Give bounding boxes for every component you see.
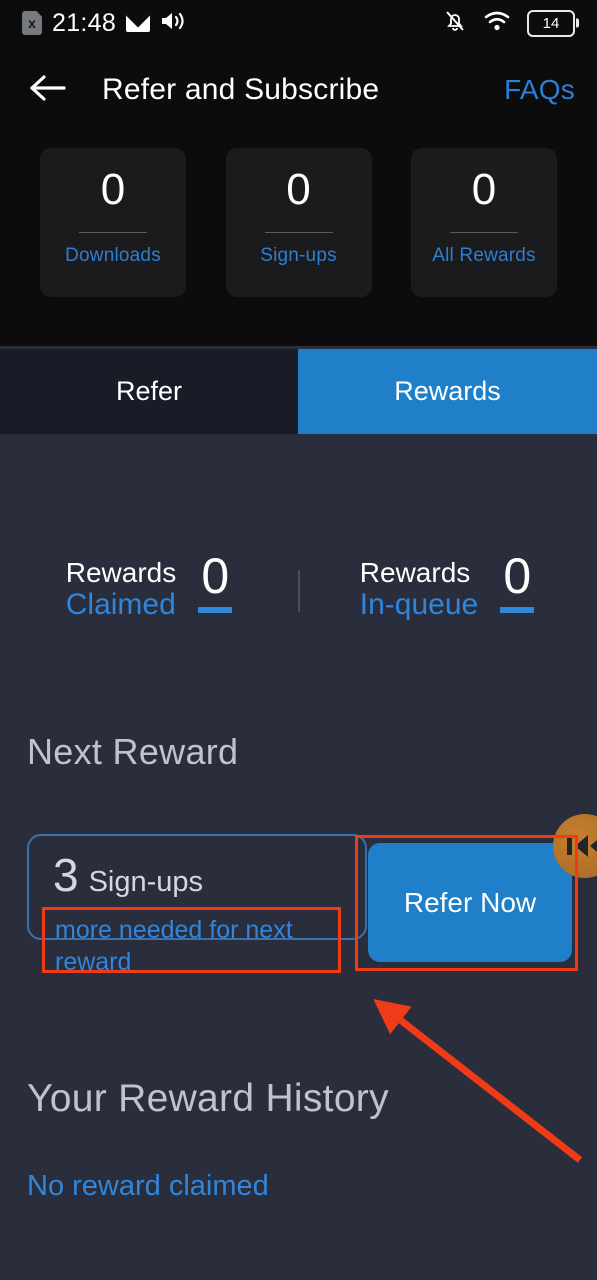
stat-label: Downloads	[65, 245, 161, 266]
speaker-volume-icon	[160, 10, 186, 37]
wifi-icon	[483, 10, 511, 37]
next-reward-unit: Sign-ups	[88, 866, 204, 898]
next-reward-count: 3	[53, 849, 79, 901]
next-reward-card: 3 Sign-ups more needed for next reward	[27, 834, 367, 976]
rewards-inqueue-subtitle: In-queue	[359, 588, 479, 622]
back-arrow-icon	[28, 72, 68, 109]
rewards-inqueue-block: Rewards In-queue 0	[298, 545, 596, 622]
app-bar: Refer and Subscribe FAQs	[0, 46, 597, 134]
rewards-inqueue-value: 0	[503, 548, 532, 604]
next-reward-heading: Next Reward	[27, 731, 239, 772]
stat-value: 0	[471, 165, 497, 214]
rewards-summary-divider	[298, 570, 300, 612]
rewards-inqueue-value-wrap: 0	[500, 548, 535, 613]
faqs-link[interactable]: FAQs	[504, 74, 575, 106]
reward-history-empty-text: No reward claimed	[27, 1170, 269, 1202]
status-bar: 21:48	[0, 0, 597, 46]
rewards-inqueue-underline	[500, 607, 535, 613]
stat-card-downloads[interactable]: 0 Downloads	[40, 148, 186, 297]
battery-icon: 14	[527, 9, 575, 37]
stat-label: Sign-ups	[260, 245, 337, 266]
next-reward-progress: 3 Sign-ups	[53, 852, 203, 899]
reward-history-heading: Your Reward History	[27, 1077, 389, 1120]
status-bar-left: 21:48	[22, 9, 186, 38]
bell-off-icon	[443, 9, 467, 38]
stats-row: 0 Downloads 0 Sign-ups 0 All Rewards	[0, 134, 597, 346]
status-bar-clock: 21:48	[52, 8, 117, 37]
rewards-claimed-subtitle: Claimed	[65, 588, 176, 622]
status-bar-right: 14	[443, 9, 575, 38]
rewards-claimed-labels: Rewards Claimed	[66, 557, 176, 622]
tab-refer[interactable]: Refer	[0, 349, 298, 434]
stat-divider	[264, 232, 333, 233]
stat-card-signups[interactable]: 0 Sign-ups	[225, 148, 372, 297]
stat-card-all-rewards[interactable]: 0 All Rewards	[411, 148, 557, 297]
back-button[interactable]	[22, 64, 74, 116]
stat-divider	[79, 232, 147, 233]
rewards-claimed-underline	[198, 607, 233, 613]
rewards-claimed-title: Rewards	[65, 557, 177, 588]
stat-value: 0	[286, 165, 311, 214]
refer-now-button[interactable]: Refer Now	[368, 843, 572, 962]
rewards-inqueue-title: Rewards	[359, 557, 471, 588]
rewards-claimed-value-wrap: 0	[198, 548, 233, 613]
phone-screen: 21:48	[0, 0, 597, 1280]
rewards-inqueue-labels: Rewards In-queue	[360, 557, 478, 622]
battery-level-text: 14	[542, 14, 560, 32]
sim-card-x-icon	[22, 11, 42, 35]
stat-divider	[450, 232, 518, 233]
rewards-claimed-value: 0	[201, 548, 230, 604]
page-title: Refer and Subscribe	[102, 73, 380, 106]
stat-label: All Rewards	[432, 245, 536, 266]
tab-rewards[interactable]: Rewards	[298, 349, 597, 434]
next-reward-note: more needed for next reward	[55, 916, 293, 976]
stat-value: 0	[100, 165, 126, 214]
rewards-claimed-block: Rewards Claimed 0	[0, 545, 298, 622]
mail-icon	[126, 14, 151, 32]
tab-bar: Refer Rewards	[0, 349, 597, 434]
